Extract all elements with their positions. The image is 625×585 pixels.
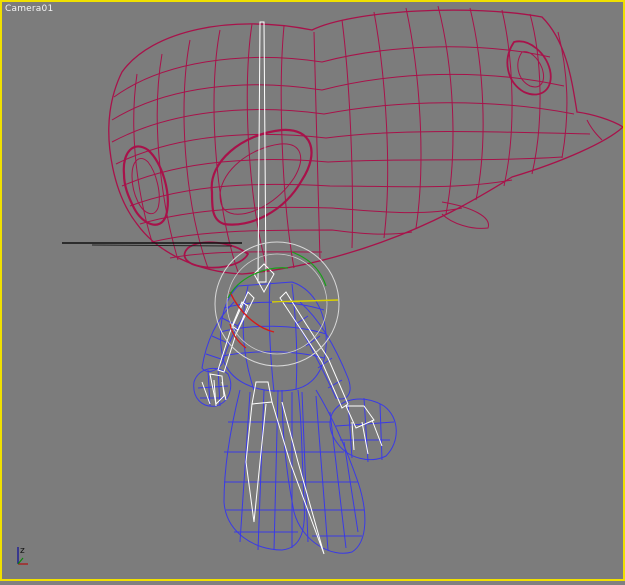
head-mesh[interactable]	[108, 5, 623, 275]
axis-tripod-icon: z	[17, 546, 28, 565]
wireframe-scene[interactable]: z	[2, 2, 623, 579]
camera-viewport[interactable]: Camera01 z	[0, 0, 625, 581]
body-mesh[interactable]	[193, 281, 397, 554]
helper-line-shadow	[91, 244, 233, 247]
axis-z-label: z	[20, 546, 25, 556]
